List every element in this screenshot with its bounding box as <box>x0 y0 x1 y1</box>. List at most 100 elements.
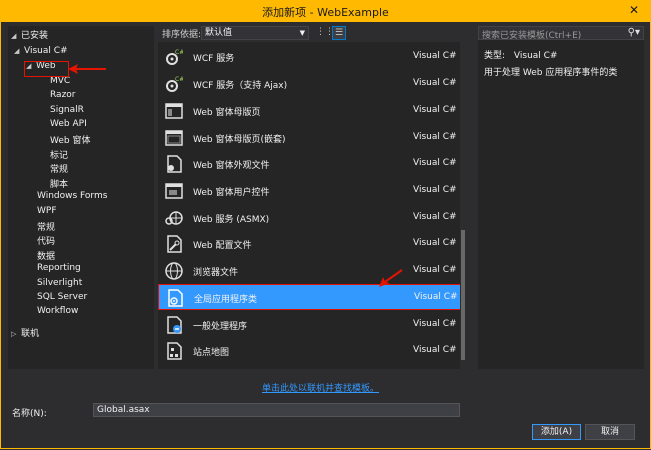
template-name: Web 窗体母版页(嵌套) <box>193 135 286 145</box>
title-bar: 添加新项 - WebExample ✕ <box>0 0 651 22</box>
annotation-arrow-icon <box>68 64 106 74</box>
search-icon[interactable]: ⚲▾ <box>628 27 640 38</box>
template-name: Web 服务 (ASMX) <box>193 215 270 225</box>
tree-item-general[interactable]: 常规 <box>37 220 55 233</box>
template-name: 一般处理程序 <box>193 322 248 332</box>
tree-item-general-web[interactable]: 常规 <box>50 162 68 175</box>
sort-dropdown[interactable]: 默认值 ▼ <box>201 26 309 40</box>
template-row[interactable]: Web 窗体用户控件 Visual C# <box>158 178 463 204</box>
tree-item-windows-forms[interactable]: Windows Forms <box>37 191 107 201</box>
add-button[interactable]: 添加(A) <box>532 424 581 440</box>
template-language: Visual C# <box>413 345 457 355</box>
template-language: Visual C# <box>413 158 457 168</box>
window-title: 添加新项 - WebExample <box>262 6 389 19</box>
tree-label: 联机 <box>21 329 40 339</box>
annotation-highlight-box <box>24 61 69 77</box>
template-row[interactable]: C# WCF 服务（支持 Ajax) Visual C# <box>158 71 463 97</box>
template-language: Visual C# <box>413 212 457 222</box>
template-list: C# WCF 服务 Visual C# C# WCF 服务（支持 Ajax) Visual… <box>158 42 466 369</box>
name-field[interactable]: Global.asax <box>93 403 460 417</box>
template-language: Visual C# <box>413 319 457 329</box>
asmx-service-icon <box>165 209 183 227</box>
annotation-arrow-icon <box>379 269 403 287</box>
web-config-icon <box>165 235 183 253</box>
template-row[interactable]: 浏览器文件 Visual C# <box>158 258 463 284</box>
tree-item-reporting[interactable]: Reporting <box>37 263 81 273</box>
type-label: 类型: <box>484 51 506 61</box>
tree-item-script[interactable]: 脚本 <box>50 177 68 190</box>
tree-item-installed[interactable]: ◢ 已安装 <box>11 28 48 41</box>
sort-value: 默认值 <box>205 28 233 38</box>
tree-item-signalr[interactable]: SignalR <box>50 105 84 115</box>
svg-text:C#: C# <box>175 49 183 56</box>
tree-item-web-forms[interactable]: Web 窗体 <box>50 133 90 146</box>
browser-file-icon <box>165 262 183 280</box>
search-input[interactable]: 搜索已安装模板(Ctrl+E) ⚲▾ <box>478 26 644 41</box>
template-name: Web 配置文件 <box>193 241 252 251</box>
template-row[interactable]: 站点地图 Visual C# <box>158 338 463 364</box>
tree-item-markup[interactable]: 标记 <box>50 148 68 161</box>
template-name: 全局应用程序类 <box>194 295 258 305</box>
tree-item-visual-csharp[interactable]: ◢ Visual C# <box>14 46 68 56</box>
type-value: Visual C# <box>513 51 558 61</box>
tree-item-wpf[interactable]: WPF <box>37 206 57 216</box>
template-name: 站点地图 <box>193 348 230 358</box>
name-label: 名称(N): <box>12 409 47 419</box>
tree-item-silverlight[interactable]: Silverlight <box>37 278 82 288</box>
user-control-icon <box>165 182 183 200</box>
nested-master-page-icon <box>165 129 183 147</box>
search-placeholder: 搜索已安装模板(Ctrl+E) <box>482 31 582 41</box>
type-line: 类型: Visual C# <box>484 48 557 61</box>
tree-item-online[interactable]: ▷ 联机 <box>11 326 39 339</box>
template-row[interactable]: Web 窗体母版页(嵌套) Visual C# <box>158 125 463 151</box>
template-language: Visual C# <box>413 185 457 195</box>
tree-item-razor[interactable]: Razor <box>50 90 76 100</box>
tree-item-web-api[interactable]: Web API <box>50 119 87 129</box>
online-templates-link[interactable]: 单击此处以联机并查找模板。 <box>262 381 379 394</box>
template-name: 浏览器文件 <box>193 268 239 278</box>
template-name: Web 窗体母版页 <box>193 108 261 118</box>
template-language: Visual C# <box>413 51 457 61</box>
sort-label: 排序依据: <box>162 30 202 40</box>
tree-item-workflow[interactable]: Workflow <box>37 306 78 316</box>
list-view-icon[interactable]: ☰ <box>332 26 346 40</box>
collapse-triangle-icon[interactable]: ◢ <box>11 32 21 40</box>
template-language: Visual C# <box>414 292 458 302</box>
details-panel: 搜索已安装模板(Ctrl+E) ⚲▾ 类型: Visual C# 用于处理 We… <box>478 26 644 369</box>
collapse-triangle-icon[interactable]: ◢ <box>14 47 24 55</box>
tree-label: Visual C# <box>24 46 68 56</box>
template-language: Visual C# <box>413 238 457 248</box>
description-text: 用于处理 Web 应用程序事件的类 <box>484 68 618 78</box>
template-language: Visual C# <box>413 78 457 88</box>
skin-file-icon <box>165 155 183 173</box>
scrollbar-thumb[interactable] <box>461 230 465 360</box>
grid-view-icon[interactable]: ⋮⋮ <box>316 26 334 38</box>
cancel-button[interactable]: 取消 <box>585 424 635 440</box>
template-name: WCF 服务（支持 Ajax) <box>193 81 288 91</box>
template-name: WCF 服务 <box>193 54 235 64</box>
close-icon[interactable]: ✕ <box>629 3 639 17</box>
template-row[interactable]: 全局应用程序类 Visual C# <box>158 284 463 310</box>
tree-item-data[interactable]: 数据 <box>37 249 55 262</box>
wcf-ajax-service-icon: C# <box>165 75 184 93</box>
template-row[interactable]: 一般处理程序 Visual C# <box>158 312 463 338</box>
global-app-class-icon <box>166 289 184 307</box>
master-page-icon <box>165 102 183 120</box>
tree-item-code[interactable]: 代码 <box>37 234 55 247</box>
generic-handler-icon <box>165 316 183 334</box>
scrollbar[interactable] <box>460 42 466 369</box>
template-language: Visual C# <box>413 132 457 142</box>
template-name: Web 窗体外观文件 <box>193 161 270 171</box>
expand-triangle-icon[interactable]: ▷ <box>11 330 21 338</box>
sort-toolbar: 排序依据: 默认值 ▼ ⋮⋮ ☰ <box>158 26 466 40</box>
template-row[interactable]: Web 窗体母版页 Visual C# <box>158 98 463 124</box>
template-row[interactable]: Web 配置文件 Visual C# <box>158 231 463 257</box>
wcf-service-icon: C# <box>165 48 184 66</box>
template-row[interactable]: C# WCF 服务 Visual C# <box>158 44 463 70</box>
tree-item-sql-server[interactable]: SQL Server <box>37 292 87 302</box>
template-row[interactable]: Web 服务 (ASMX) Visual C# <box>158 205 463 231</box>
template-language: Visual C# <box>413 105 457 115</box>
template-row[interactable]: Web 窗体外观文件 Visual C# <box>158 151 463 177</box>
template-language: Visual C# <box>413 265 457 275</box>
sitemap-icon <box>165 342 183 360</box>
